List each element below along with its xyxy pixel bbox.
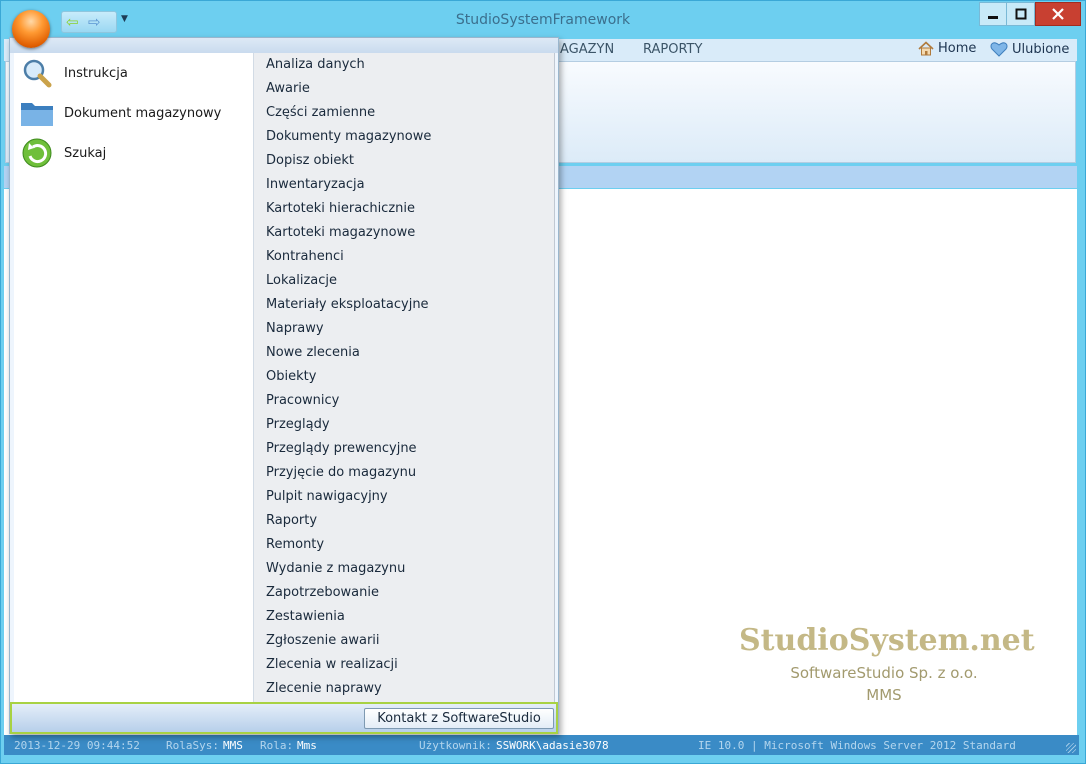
status-rola-label: Rola: <box>260 739 294 752</box>
customize-toolbar-dropdown-icon[interactable]: ▼ <box>121 14 128 24</box>
favorites-label: Ulubione <box>1012 41 1070 57</box>
close-icon <box>1052 8 1064 20</box>
menu-item-instrukcja[interactable]: Instrukcja <box>14 53 250 93</box>
menu-link-zlecenie-naprawy[interactable]: Zlecenie naprawy <box>266 680 382 698</box>
menu-right-pane: Analiza danych Awarie Części zamienne Do… <box>254 53 555 702</box>
status-environment: IE 10.0 | Microsoft Windows Server 2012 … <box>698 739 1016 752</box>
menu-link-dokumenty-magazynowe[interactable]: Dokumenty magazynowe <box>266 128 431 146</box>
menu-link-wydanie-z-magazynu[interactable]: Wydanie z magazynu <box>266 560 405 578</box>
menu-link-zlecenia-w-realizacji[interactable]: Zlecenia w realizacji <box>266 656 398 674</box>
tab-raporty[interactable]: RAPORTY <box>643 42 702 57</box>
menu-link-analiza-danych[interactable]: Analiza danych <box>266 56 365 74</box>
menu-link-przyjecie-do-magazynu[interactable]: Przyjęcie do magazynu <box>266 464 416 482</box>
menu-link-raporty[interactable]: Raporty <box>266 512 317 530</box>
maximize-icon <box>1015 8 1026 20</box>
magnifier-icon <box>18 56 56 90</box>
home-label: Home <box>938 41 977 56</box>
back-arrow-icon[interactable]: ⇦ <box>66 14 79 30</box>
menu-link-pracownicy[interactable]: Pracownicy <box>266 392 339 410</box>
menu-left-pane: Instrukcja Dokument magazynowy Szukaj <box>14 53 254 702</box>
menu-link-lokalizacje[interactable]: Lokalizacje <box>266 272 337 290</box>
minimize-icon <box>988 16 998 19</box>
menu-link-przeglady-prewencyjne[interactable]: Przeglądy prewencyjne <box>266 440 417 458</box>
menu-link-zestawienia[interactable]: Zestawienia <box>266 608 345 626</box>
menu-footer: Kontakt z SoftwareStudio <box>10 702 558 734</box>
menu-link-przeglady[interactable]: Przeglądy <box>266 416 330 434</box>
application-menu: Instrukcja Dokument magazynowy Szukaj An… <box>9 37 559 734</box>
menu-link-kontrahenci[interactable]: Kontrahenci <box>266 248 344 266</box>
menu-link-obiekty[interactable]: Obiekty <box>266 368 316 386</box>
house-icon <box>918 41 934 56</box>
status-user-value: SSWORK\adasie3078 <box>496 739 609 752</box>
heart-icon <box>990 42 1008 57</box>
menu-link-czesci-zamienne[interactable]: Części zamienne <box>266 104 375 122</box>
forward-arrow-icon[interactable]: ⇨ <box>88 14 101 30</box>
menu-link-pulpit-nawigacyjny[interactable]: Pulpit nawigacyjny <box>266 488 388 506</box>
menu-item-dokument-magazynowy[interactable]: Dokument magazynowy <box>14 93 250 133</box>
menu-item-szukaj[interactable]: Szukaj <box>14 133 250 173</box>
menu-link-awarie[interactable]: Awarie <box>266 80 310 98</box>
branding-block: StudioSystem.net SoftwareStudio Sp. z o.… <box>739 623 1035 704</box>
favorites-link[interactable]: Ulubione <box>990 41 1069 57</box>
brand-product: MMS <box>866 686 902 704</box>
status-datetime: 2013-12-29 09:44:52 <box>14 739 140 752</box>
brand-company: SoftwareStudio Sp. z o.o. <box>790 664 978 682</box>
menu-header-strip <box>10 38 558 53</box>
refresh-arrow-icon <box>18 136 56 170</box>
menu-link-zgloszenie-awarii[interactable]: Zgłoszenie awarii <box>266 632 380 650</box>
folder-icon <box>18 96 56 130</box>
maximize-button[interactable] <box>1007 2 1035 26</box>
contact-softwarestudio-button[interactable]: Kontakt z SoftwareStudio <box>364 708 554 729</box>
menu-item-label: Szukaj <box>64 145 107 161</box>
status-rolasys-value: MMS <box>223 739 243 752</box>
quick-access-toolbar: ⇦ ⇨ <box>61 11 117 33</box>
menu-link-materialy-eksploatacyjne[interactable]: Materiały eksploatacyjne <box>266 296 429 314</box>
status-rolasys-label: RolaSys: <box>166 739 219 752</box>
close-button[interactable] <box>1035 2 1081 26</box>
window-title: StudioSystemFramework <box>455 12 631 28</box>
tab-magazyn[interactable]: AGAZYN <box>560 42 614 57</box>
menu-link-zapotrzebowanie[interactable]: Zapotrzebowanie <box>266 584 379 602</box>
menu-item-label: Dokument magazynowy <box>64 105 222 121</box>
title-bar: StudioSystemFramework <box>1 1 1085 39</box>
menu-link-dopisz-obiekt[interactable]: Dopisz obiekt <box>266 152 354 170</box>
status-user-label: Użytkownik: <box>419 739 492 752</box>
menu-item-label: Instrukcja <box>64 65 128 81</box>
menu-link-naprawy[interactable]: Naprawy <box>266 320 324 338</box>
brand-title: StudioSystem.net <box>739 623 1035 658</box>
menu-link-kartoteki-hierachicznie[interactable]: Kartoteki hierachicznie <box>266 200 415 218</box>
menu-link-remonty[interactable]: Remonty <box>266 536 324 554</box>
menu-link-kartoteki-magazynowe[interactable]: Kartoteki magazynowe <box>266 224 415 242</box>
resize-grip[interactable] <box>1066 743 1076 753</box>
status-bar: 2013-12-29 09:44:52 RolaSys: MMS Rola: M… <box>4 735 1079 755</box>
application-menu-orb-button[interactable] <box>12 10 50 48</box>
menu-link-inwentaryzacja[interactable]: Inwentaryzacja <box>266 176 365 194</box>
home-link[interactable]: Home <box>918 41 976 56</box>
minimize-button[interactable] <box>979 2 1007 26</box>
status-rola-value: Mms <box>297 739 317 752</box>
menu-link-nowe-zlecenia[interactable]: Nowe zlecenia <box>266 344 360 362</box>
